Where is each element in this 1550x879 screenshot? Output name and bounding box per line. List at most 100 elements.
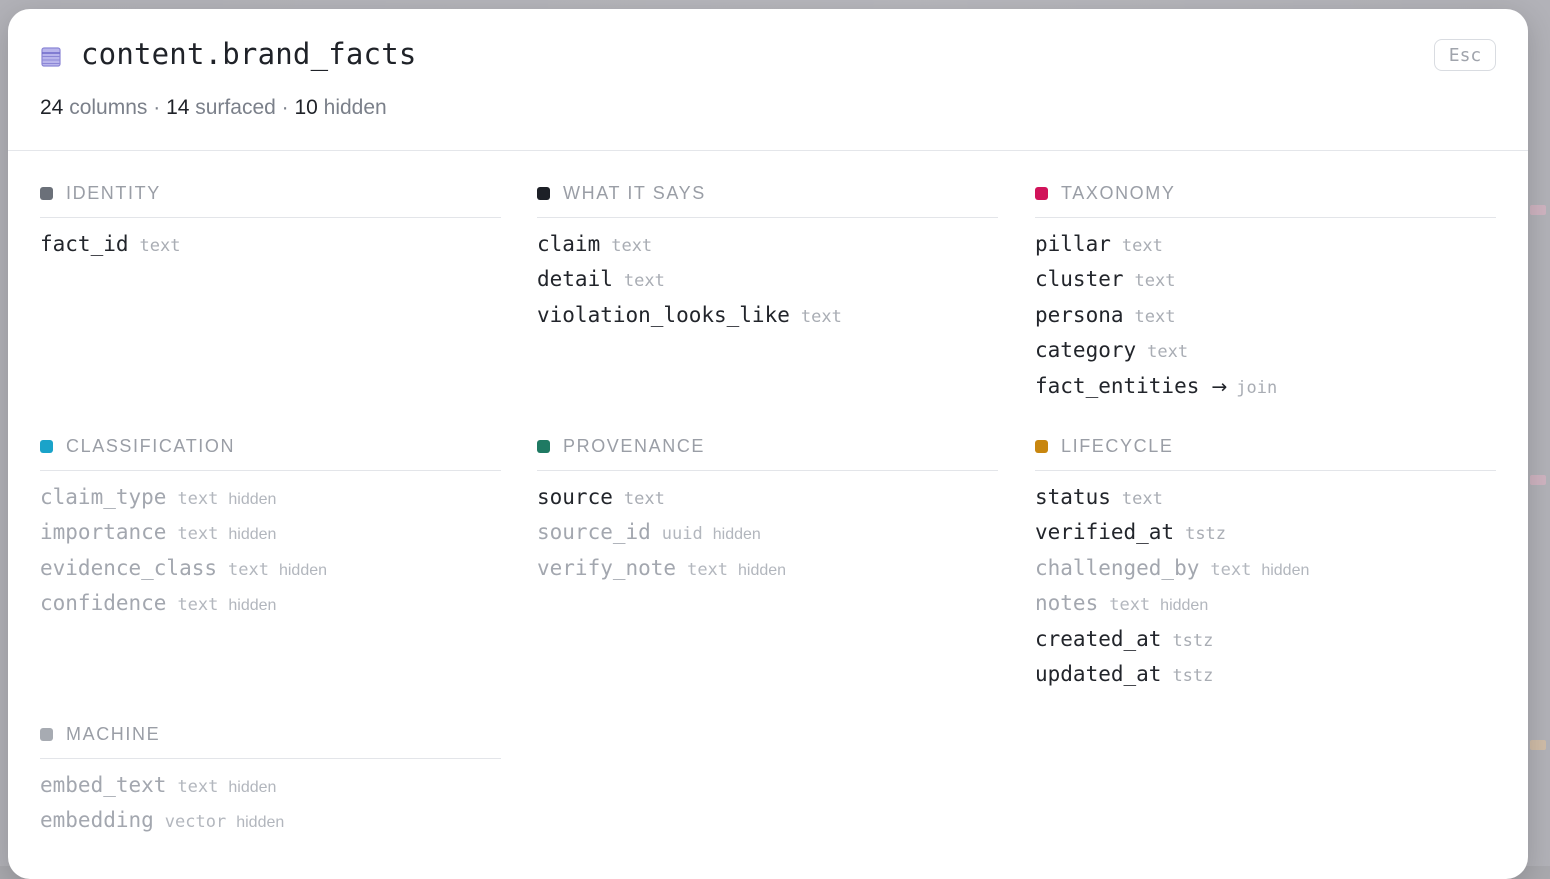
column-row-embed-text[interactable]: embed_text text hidden: [40, 773, 501, 808]
column-type: tstz: [1172, 665, 1214, 686]
group-divider: [1035, 217, 1496, 218]
column-row-claim-type[interactable]: claim_type text hidden: [40, 485, 501, 520]
group-what-it-says: WHAT IT SAYS claim text detail text violation…: [537, 181, 998, 338]
close-button[interactable]: Esc: [1434, 39, 1496, 71]
group-color-swatch: [537, 186, 550, 200]
group-title: LIFECYCLE: [1061, 435, 1174, 456]
column-type: text: [228, 559, 269, 580]
column-type: uuid: [661, 524, 703, 545]
group-title: MACHINE: [66, 723, 161, 744]
column-type: text: [1121, 489, 1163, 509]
column-type: text: [177, 524, 219, 545]
table-icon: [41, 47, 61, 67]
column-name: source_id: [537, 520, 651, 545]
column-row-updated-at[interactable]: updated_at tstz: [1035, 662, 1496, 697]
column-row-cluster[interactable]: cluster text: [1035, 267, 1496, 302]
column-row-claim[interactable]: claim text: [537, 232, 998, 267]
hidden-tag: hidden: [236, 814, 285, 832]
column-row-evidence-class[interactable]: evidence_class text hidden: [40, 556, 501, 591]
column-name: evidence_class: [40, 555, 218, 580]
group-color-swatch: [40, 439, 53, 453]
group-title: WHAT IT SAYS: [563, 182, 706, 203]
column-row-challenged-by[interactable]: challenged_by text hidden: [1035, 556, 1496, 591]
column-row-verified-at[interactable]: verified_at tstz: [1035, 520, 1496, 555]
column-name: fact_entities: [1035, 373, 1200, 398]
column-row-fact-id[interactable]: fact_id text: [40, 232, 501, 267]
group-color-swatch: [1035, 439, 1048, 453]
hidden-tag: hidden: [1261, 561, 1310, 579]
column-name: detail: [537, 267, 613, 292]
column-type: text: [687, 559, 729, 580]
background-scrap: [1530, 740, 1546, 750]
column-name: embed_text: [40, 773, 167, 797]
column-row-notes[interactable]: notes text hidden: [1035, 591, 1496, 626]
column-row-detail[interactable]: detail text: [537, 267, 998, 302]
column-name: fact_id: [40, 232, 129, 256]
table-schema-dialog: content.brand_facts 24 columns · 14 surf…: [8, 9, 1528, 879]
hidden-tag: hidden: [1160, 597, 1209, 615]
column-name: pillar: [1035, 232, 1111, 256]
surfaced-label: surfaced ·: [189, 96, 295, 119]
column-name: confidence: [40, 591, 167, 616]
column-type: text: [1134, 271, 1176, 292]
group-divider: [1035, 470, 1496, 471]
group-identity: IDENTITY fact_id text: [40, 181, 501, 267]
column-summary: 24 columns · 14 surfaced · 10 hidden: [40, 96, 387, 120]
column-row-source[interactable]: source text: [537, 485, 998, 520]
group-header: CLASSIFICATION: [40, 434, 501, 458]
column-type: text: [177, 777, 219, 797]
group-header: LIFECYCLE: [1035, 434, 1496, 458]
hidden-tag: hidden: [712, 526, 761, 544]
hidden-tag: hidden: [738, 561, 787, 579]
column-type: text: [1210, 559, 1252, 580]
hidden-count: 10: [294, 96, 318, 119]
column-name: category: [1035, 338, 1137, 363]
column-type: text: [1147, 342, 1189, 363]
hidden-tag: hidden: [228, 491, 277, 508]
column-name: claim_type: [40, 485, 167, 509]
column-row-violation-looks-like[interactable]: violation_looks_like text: [537, 303, 998, 338]
column-name: verify_note: [537, 555, 677, 580]
surfaced-count: 14: [166, 96, 190, 119]
column-name: persona: [1035, 302, 1124, 327]
group-title: CLASSIFICATION: [66, 435, 236, 456]
column-type: join: [1236, 377, 1278, 398]
column-row-embedding[interactable]: embedding vector hidden: [40, 808, 501, 843]
join-arrow-icon: →: [1211, 375, 1228, 398]
column-row-pillar[interactable]: pillar text: [1035, 232, 1496, 267]
column-name: challenged_by: [1035, 555, 1200, 580]
column-row-created-at[interactable]: created_at tstz: [1035, 627, 1496, 662]
column-type: text: [177, 489, 219, 509]
hidden-tag: hidden: [228, 526, 277, 544]
column-row-source-id[interactable]: source_id uuid hidden: [537, 520, 998, 555]
group-title: TAXONOMY: [1061, 182, 1176, 203]
column-name: cluster: [1035, 267, 1124, 292]
column-row-fact-entities[interactable]: fact_entities → join: [1035, 374, 1496, 409]
column-row-category[interactable]: category text: [1035, 338, 1496, 373]
group-color-swatch: [1035, 186, 1048, 200]
group-header: TAXONOMY: [1035, 181, 1496, 205]
background-scrap: [1530, 475, 1546, 485]
column-row-confidence[interactable]: confidence text hidden: [40, 591, 501, 626]
column-name: violation_looks_like: [537, 302, 790, 327]
column-type: vector: [164, 812, 227, 833]
group-taxonomy: TAXONOMY pillar text cluster text persona text…: [1035, 181, 1496, 409]
column-type: tstz: [1185, 524, 1227, 545]
columns-count: 24: [40, 96, 64, 119]
column-row-persona[interactable]: persona text: [1035, 303, 1496, 338]
group-color-swatch: [537, 439, 550, 453]
column-row-importance[interactable]: importance text hidden: [40, 520, 501, 555]
group-header: MACHINE: [40, 722, 501, 746]
group-divider: [537, 217, 998, 218]
column-name: claim: [537, 232, 601, 256]
background-scrap: [1530, 205, 1546, 215]
column-row-verify-note[interactable]: verify_note text hidden: [537, 556, 998, 591]
column-name: status: [1035, 485, 1111, 509]
group-color-swatch: [40, 727, 53, 741]
column-row-status[interactable]: status text: [1035, 485, 1496, 520]
group-header: WHAT IT SAYS: [537, 181, 998, 205]
group-provenance: PROVENANCE source text source_id uuid hidden v…: [537, 434, 998, 591]
column-name: notes: [1035, 591, 1099, 616]
column-name: verified_at: [1035, 520, 1175, 545]
group-lifecycle: LIFECYCLE status text verified_at tstz challe…: [1035, 434, 1496, 697]
